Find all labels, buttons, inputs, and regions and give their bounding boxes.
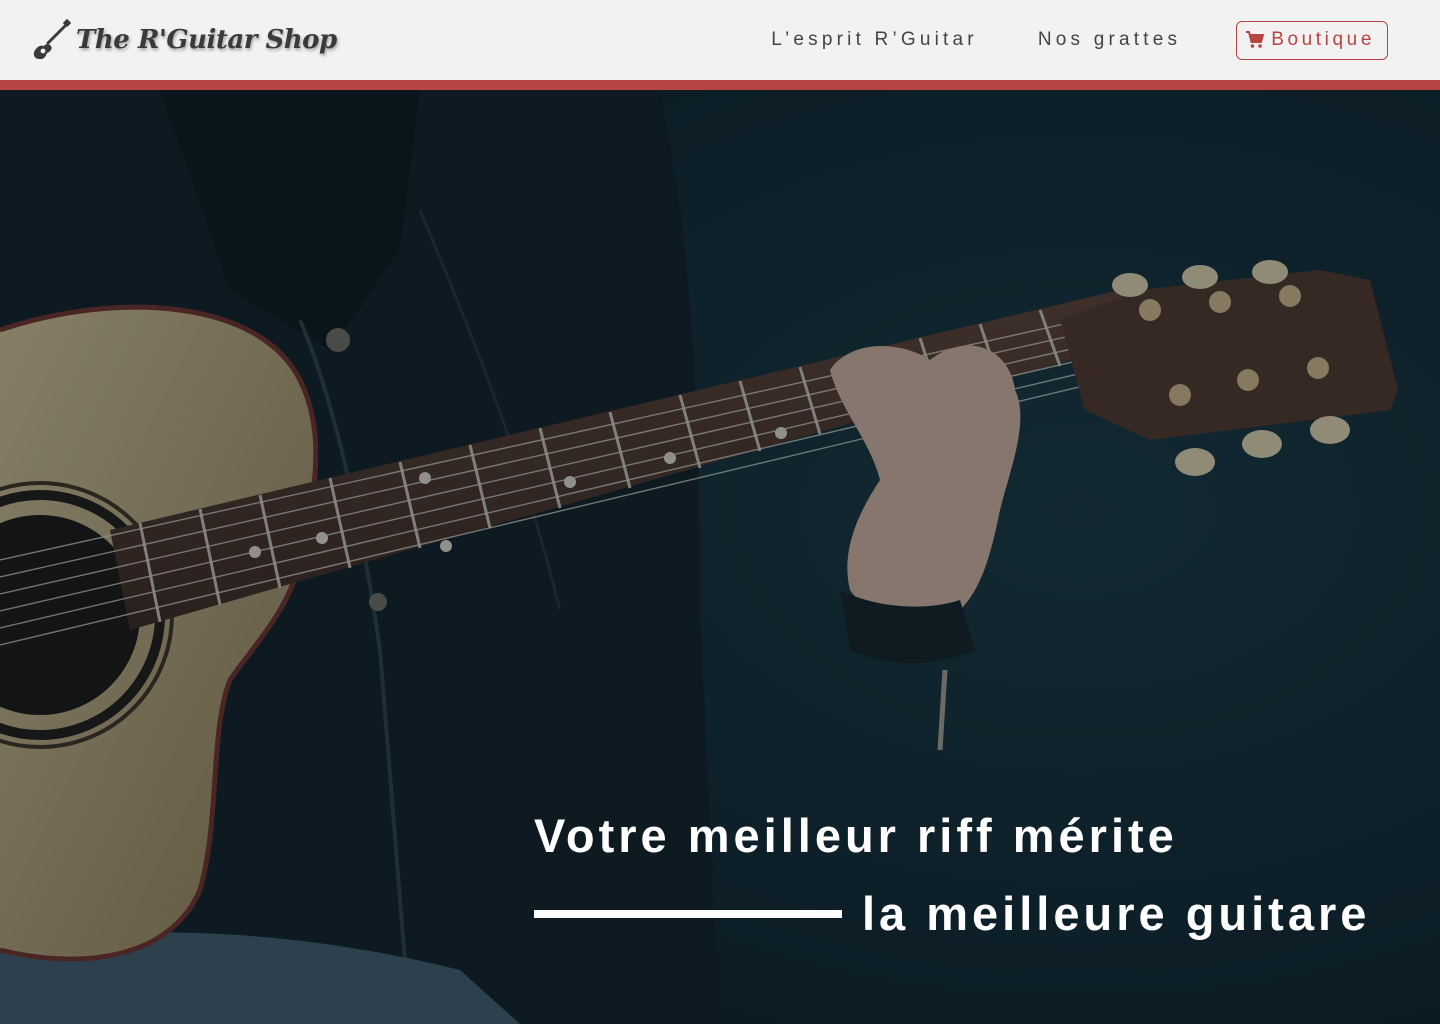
site-header: The R'Guitar Shop L’esprit R’Guitar Nos … bbox=[0, 0, 1440, 80]
header-accent-bar bbox=[0, 80, 1440, 90]
hero-headline-line1: Votre meilleur riff mérite bbox=[534, 809, 1178, 862]
hero-section: Votre meilleur riff mérite la meilleure … bbox=[0, 90, 1440, 1024]
hero-headline-line2: la meilleure guitare bbox=[862, 887, 1371, 940]
cart-icon bbox=[1245, 30, 1265, 50]
shop-button[interactable]: Boutique bbox=[1236, 20, 1388, 60]
logo[interactable]: The R'Guitar Shop bbox=[30, 19, 337, 61]
headline-dash-divider bbox=[534, 909, 842, 918]
nav-link-nos-grattes[interactable]: Nos grattes bbox=[1038, 29, 1181, 51]
hero-headline: Votre meilleur riff mérite la meilleure … bbox=[534, 808, 1366, 940]
main-nav: L’esprit R’Guitar Nos grattes Boutique bbox=[771, 20, 1388, 60]
nav-link-esprit[interactable]: L’esprit R’Guitar bbox=[771, 29, 978, 51]
guitar-icon bbox=[30, 19, 72, 61]
hero-headline-line2-wrap: la meilleure guitare bbox=[534, 886, 1370, 941]
shop-button-label: Boutique bbox=[1271, 29, 1375, 50]
hero-guitar-image bbox=[0, 90, 1440, 1024]
logo-text: The R'Guitar Shop bbox=[76, 25, 337, 55]
